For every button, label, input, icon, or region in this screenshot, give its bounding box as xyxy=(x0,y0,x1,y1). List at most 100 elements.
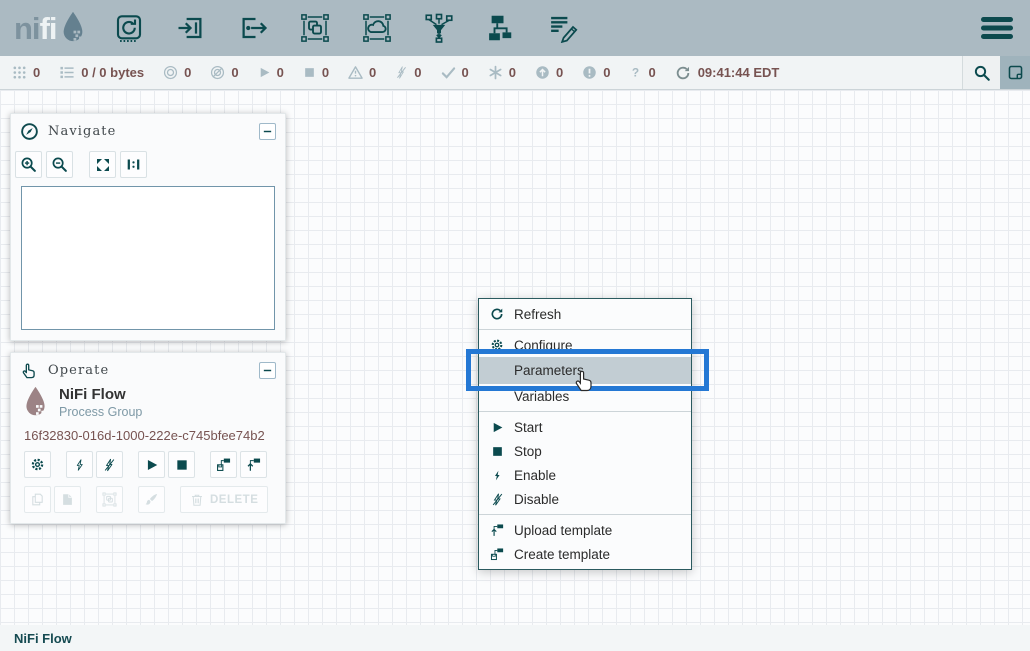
group-button[interactable] xyxy=(96,486,123,513)
enable-button[interactable] xyxy=(66,451,93,478)
bolt-icon xyxy=(74,458,86,472)
last-refreshed-time: 09:41:44 EDT xyxy=(698,65,780,80)
zoom-in-button[interactable] xyxy=(15,151,42,178)
copy-icon xyxy=(30,492,45,507)
stat-up-to-date: 0 xyxy=(441,65,469,80)
search-button[interactable] xyxy=(962,56,1000,89)
input-port-icon[interactable] xyxy=(172,9,210,47)
menu-item-parameters[interactable]: Parameters xyxy=(479,357,691,384)
menu-item-configure[interactable]: Configure xyxy=(479,333,691,357)
operate-title: Operate xyxy=(48,363,109,378)
svg-text:?: ? xyxy=(632,65,639,79)
label-icon[interactable] xyxy=(544,9,582,47)
operate-collapse-button[interactable] xyxy=(259,362,276,379)
paste-button[interactable] xyxy=(54,486,81,513)
operate-header: Operate xyxy=(11,353,285,385)
nifi-app: ni fi xyxy=(0,0,1030,651)
menu-item-enable[interactable]: Enable xyxy=(479,463,691,487)
menu-separator xyxy=(479,329,691,330)
toolbar: ni fi xyxy=(0,0,1030,56)
disable-button[interactable] xyxy=(96,451,123,478)
locally-modified-stale-icon xyxy=(582,65,597,80)
menu-item-create-template[interactable]: Create template xyxy=(479,542,691,566)
stat-active-threads: 0 xyxy=(12,65,40,80)
running-icon xyxy=(258,66,271,79)
group-icon xyxy=(102,492,117,507)
create-template-button[interactable] xyxy=(210,451,237,478)
zoom-actual-button[interactable] xyxy=(120,151,147,178)
zoom-out-icon xyxy=(51,156,68,173)
search-icon xyxy=(973,64,991,82)
stat-not-transmitting: 0 xyxy=(210,65,238,80)
remote-process-group-icon[interactable] xyxy=(358,9,396,47)
stat-sync-failure: ? 0 xyxy=(629,65,655,80)
zoom-fit-icon xyxy=(95,157,111,173)
logo-text-ni: ni xyxy=(14,13,40,44)
menu-item-label: Disable xyxy=(514,492,559,507)
component-toolbar xyxy=(110,9,582,47)
delete-label: DELETE xyxy=(210,494,258,506)
upload-template-icon xyxy=(246,457,261,472)
bolt-slash-icon xyxy=(489,493,505,506)
up-to-date-icon xyxy=(441,65,456,80)
flow-canvas[interactable]: Navigate xyxy=(0,90,1030,625)
menu-item-variables[interactable]: Variables xyxy=(479,384,691,408)
menu-item-label: Refresh xyxy=(514,307,561,322)
zoom-in-icon xyxy=(20,156,37,173)
menu-item-label: Variables xyxy=(514,389,569,404)
stop-icon xyxy=(175,458,189,472)
copy-button[interactable] xyxy=(24,486,51,513)
funnel-icon[interactable] xyxy=(420,9,458,47)
flow-name: NiFi Flow xyxy=(59,386,142,404)
create-template-icon xyxy=(489,547,505,561)
gear-icon xyxy=(30,457,45,472)
stopped-icon xyxy=(303,66,316,79)
birdseye-preview[interactable] xyxy=(21,186,275,330)
hand-icon xyxy=(20,361,39,380)
menu-item-label: Upload template xyxy=(514,523,612,538)
stale-icon xyxy=(535,65,550,80)
zoom-out-button[interactable] xyxy=(46,151,73,178)
start-button[interactable] xyxy=(138,451,165,478)
stat-queued: 0 / 0 bytes xyxy=(59,65,144,80)
menu-separator xyxy=(479,514,691,515)
breadcrumb-flow-name[interactable]: NiFi Flow xyxy=(14,631,72,646)
output-port-icon[interactable] xyxy=(234,9,272,47)
upload-template-button[interactable] xyxy=(240,451,267,478)
navigate-panel: Navigate xyxy=(10,113,286,341)
menu-item-stop[interactable]: Stop xyxy=(479,439,691,463)
menu-item-start[interactable]: Start xyxy=(479,415,691,439)
stop-icon xyxy=(489,445,505,458)
navigate-collapse-button[interactable] xyxy=(259,123,276,140)
stat-value: 0 xyxy=(322,65,329,80)
stat-value: 0 xyxy=(369,65,376,80)
play-icon xyxy=(145,458,159,472)
stat-stopped: 0 xyxy=(303,65,329,80)
template-icon[interactable] xyxy=(482,9,520,47)
refresh-icon xyxy=(489,307,505,321)
menu-item-refresh[interactable]: Refresh xyxy=(479,302,691,326)
operate-panel: Operate NiFi Flow Process Group 16f32830… xyxy=(10,352,286,524)
configure-button[interactable] xyxy=(24,451,51,478)
stat-locally-modified-stale: 0 xyxy=(582,65,610,80)
stat-value: 0 xyxy=(414,65,421,80)
status-bar: 0 0 / 0 bytes 0 0 0 0 xyxy=(0,56,1030,90)
navigate-controls xyxy=(11,146,285,186)
global-menu-icon[interactable] xyxy=(980,15,1014,41)
birdseye-toggle-button[interactable] xyxy=(1000,56,1030,89)
navigate-header: Navigate xyxy=(11,114,285,146)
zoom-fit-button[interactable] xyxy=(89,151,116,178)
color-button[interactable] xyxy=(138,486,165,513)
refresh-status[interactable]: 09:41:44 EDT xyxy=(675,56,780,89)
menu-separator xyxy=(479,411,691,412)
navigate-title: Navigate xyxy=(48,124,116,139)
upload-template-icon xyxy=(489,523,505,537)
stat-running: 0 xyxy=(258,65,284,80)
stop-button[interactable] xyxy=(168,451,195,478)
queued-icon xyxy=(59,65,75,80)
menu-item-upload-template[interactable]: Upload template xyxy=(479,518,691,542)
process-group-icon[interactable] xyxy=(296,9,334,47)
menu-item-disable[interactable]: Disable xyxy=(479,487,691,511)
delete-button[interactable]: DELETE xyxy=(180,486,268,513)
processor-icon[interactable] xyxy=(110,9,148,47)
